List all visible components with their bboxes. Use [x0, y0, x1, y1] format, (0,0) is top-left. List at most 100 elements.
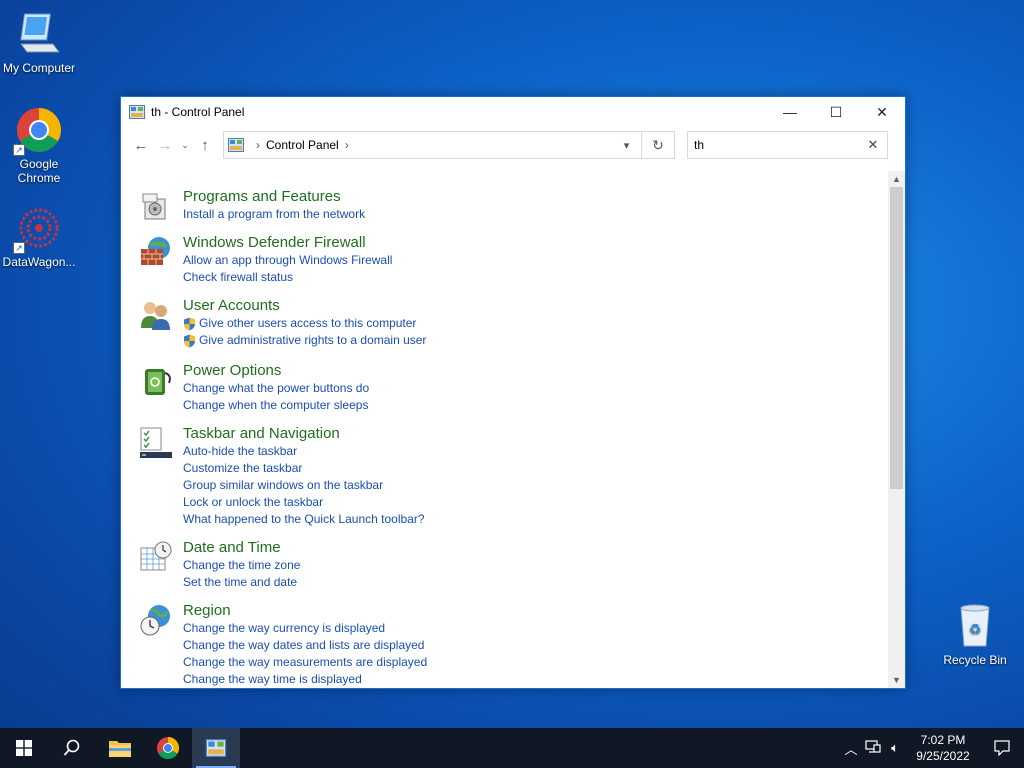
forward-arrow-icon: →: [157, 136, 173, 154]
notification-icon: [994, 740, 1010, 756]
refresh-button[interactable]: ↻: [642, 132, 674, 158]
window-title: th - Control Panel: [151, 105, 245, 119]
control-panel-icon: [129, 105, 145, 119]
task-link[interactable]: Change the way measurements are displaye…: [183, 654, 427, 671]
title-bar[interactable]: th - Control Panel — ☐ ✕: [121, 97, 905, 127]
address-row: ← → ⌄ ↑ › Control Panel › ▾ ↻ ✕: [121, 127, 905, 163]
uac-shield-icon: [184, 334, 195, 347]
chrome-icon: ↗: [13, 106, 63, 156]
search-button[interactable]: [48, 728, 96, 768]
desktop-icon-datawagon[interactable]: ↗ DataWagon...: [0, 204, 78, 269]
result-group-taskbar: Taskbar and Navigation Auto-hide the tas…: [139, 424, 425, 528]
desktop-icon-label: DataWagon...: [2, 255, 76, 269]
desktop-icon-label: My Computer: [2, 61, 76, 75]
control-panel-window: th - Control Panel — ☐ ✕ ← → ⌄ ↑ › Contr…: [120, 96, 906, 689]
up-arrow-icon: ↑: [201, 136, 209, 154]
clock[interactable]: 7:02 PM 9/25/2022: [906, 732, 980, 764]
windows-logo-icon: [16, 740, 32, 756]
scrollbar-thumb[interactable]: [890, 187, 903, 489]
recent-locations-button[interactable]: ⌄: [177, 131, 193, 159]
task-link[interactable]: Check firewall status: [183, 269, 392, 286]
back-button[interactable]: ←: [129, 131, 153, 159]
close-icon: ✕: [876, 103, 888, 120]
group-title[interactable]: User Accounts: [183, 296, 426, 315]
task-link[interactable]: What happened to the Quick Launch toolba…: [183, 511, 425, 528]
forward-button[interactable]: →: [153, 131, 177, 159]
vertical-scrollbar[interactable]: ▲ ▼: [888, 171, 905, 688]
task-link[interactable]: Give other users access to this computer: [183, 315, 426, 332]
task-link[interactable]: Change the way dates and lists are displ…: [183, 637, 427, 654]
desktop-icon-recycle-bin[interactable]: ♻ Recycle Bin: [936, 602, 1014, 667]
result-group-firewall: Windows Defender Firewall Allow an app t…: [139, 233, 392, 286]
breadcrumb-chevron-icon[interactable]: ›: [256, 138, 260, 152]
task-link[interactable]: Change the way currency is displayed: [183, 620, 427, 637]
result-group-date-time: Date and Time Change the time zone Set t…: [139, 538, 300, 591]
svg-text:♻: ♻: [969, 621, 982, 637]
datawagon-icon: ↗: [13, 204, 63, 254]
search-icon: [63, 739, 80, 756]
control-panel-icon: [205, 739, 227, 757]
scroll-down-icon[interactable]: ▼: [888, 672, 905, 688]
minimize-button[interactable]: —: [767, 97, 813, 127]
chevron-up-icon[interactable]: ︿: [840, 739, 862, 758]
refresh-icon: ↻: [652, 136, 664, 153]
maximize-button[interactable]: ☐: [813, 97, 859, 127]
shortcut-arrow-icon: ↗: [13, 144, 25, 156]
breadcrumb-chevron-icon[interactable]: ›: [345, 138, 349, 152]
task-link-text: Give administrative rights to a domain u…: [199, 333, 427, 347]
taskbar-file-explorer[interactable]: [96, 728, 144, 768]
group-title[interactable]: Windows Defender Firewall: [183, 233, 392, 252]
task-link[interactable]: Give administrative rights to a domain u…: [183, 332, 426, 349]
task-link[interactable]: Allow an app through Windows Firewall: [183, 252, 392, 269]
task-link-text: Give other users access to this computer: [199, 316, 417, 330]
volume-icon[interactable]: 🔈︎: [884, 740, 906, 756]
system-tray: ︿ 🔈︎ 7:02 PM 9/25/2022: [840, 728, 1024, 768]
action-center-button[interactable]: [980, 728, 1024, 768]
chevron-down-icon: ⌄: [181, 139, 189, 150]
minimize-icon: —: [783, 104, 797, 120]
group-title[interactable]: Region: [183, 601, 427, 620]
desktop-icon-my-computer[interactable]: My Computer: [0, 10, 78, 75]
scroll-up-icon[interactable]: ▲: [888, 171, 905, 187]
task-link[interactable]: Change the way time is displayed: [183, 671, 427, 688]
search-box[interactable]: ✕: [687, 131, 888, 159]
start-button[interactable]: [0, 728, 48, 768]
taskbar-chrome[interactable]: [144, 728, 192, 768]
users-icon: [141, 302, 170, 330]
task-link[interactable]: Install a program from the network: [183, 206, 365, 223]
desktop-icon-label: Recycle Bin: [943, 653, 1007, 667]
group-title[interactable]: Programs and Features: [183, 187, 365, 206]
network-icon[interactable]: [862, 739, 884, 757]
uac-shield-icon: [184, 317, 195, 330]
task-link[interactable]: Change what the power buttons do: [183, 380, 369, 397]
group-title[interactable]: Date and Time: [183, 538, 300, 557]
taskbar-control-panel[interactable]: [192, 728, 240, 768]
back-arrow-icon: ←: [133, 136, 149, 154]
clock-date: 9/25/2022: [916, 749, 970, 763]
task-link[interactable]: Group similar windows on the taskbar: [183, 477, 425, 494]
shortcut-arrow-icon: ↗: [13, 242, 25, 254]
task-link[interactable]: Change when the computer sleeps: [183, 397, 369, 414]
desktop-icon-google-chrome[interactable]: ↗ Google Chrome: [0, 106, 78, 185]
firewall-icon: [141, 237, 170, 265]
power-icon: [145, 369, 171, 395]
group-title[interactable]: Power Options: [183, 361, 369, 380]
task-link[interactable]: Set the time and date: [183, 574, 300, 591]
clock-time: 7:02 PM: [920, 733, 966, 747]
task-link[interactable]: Customize the taskbar: [183, 460, 425, 477]
clear-search-icon[interactable]: ✕: [865, 137, 881, 153]
up-button[interactable]: ↑: [193, 131, 217, 159]
group-title[interactable]: Taskbar and Navigation: [183, 424, 425, 443]
address-dropdown-button[interactable]: ▾: [612, 132, 642, 158]
task-link[interactable]: Change the time zone: [183, 557, 300, 574]
close-button[interactable]: ✕: [859, 97, 905, 127]
result-group-power-options: Power Options Change what the power butt…: [139, 361, 369, 414]
desktop-icon-label: Google Chrome: [17, 157, 61, 185]
recycle-bin-icon: ♻: [951, 602, 999, 650]
search-input[interactable]: [694, 138, 865, 152]
address-bar[interactable]: › Control Panel › ▾ ↻: [223, 131, 675, 159]
computer-icon: [15, 10, 63, 58]
breadcrumb-control-panel[interactable]: Control Panel: [266, 138, 339, 152]
task-link[interactable]: Lock or unlock the taskbar: [183, 494, 425, 511]
task-link[interactable]: Auto-hide the taskbar: [183, 443, 425, 460]
